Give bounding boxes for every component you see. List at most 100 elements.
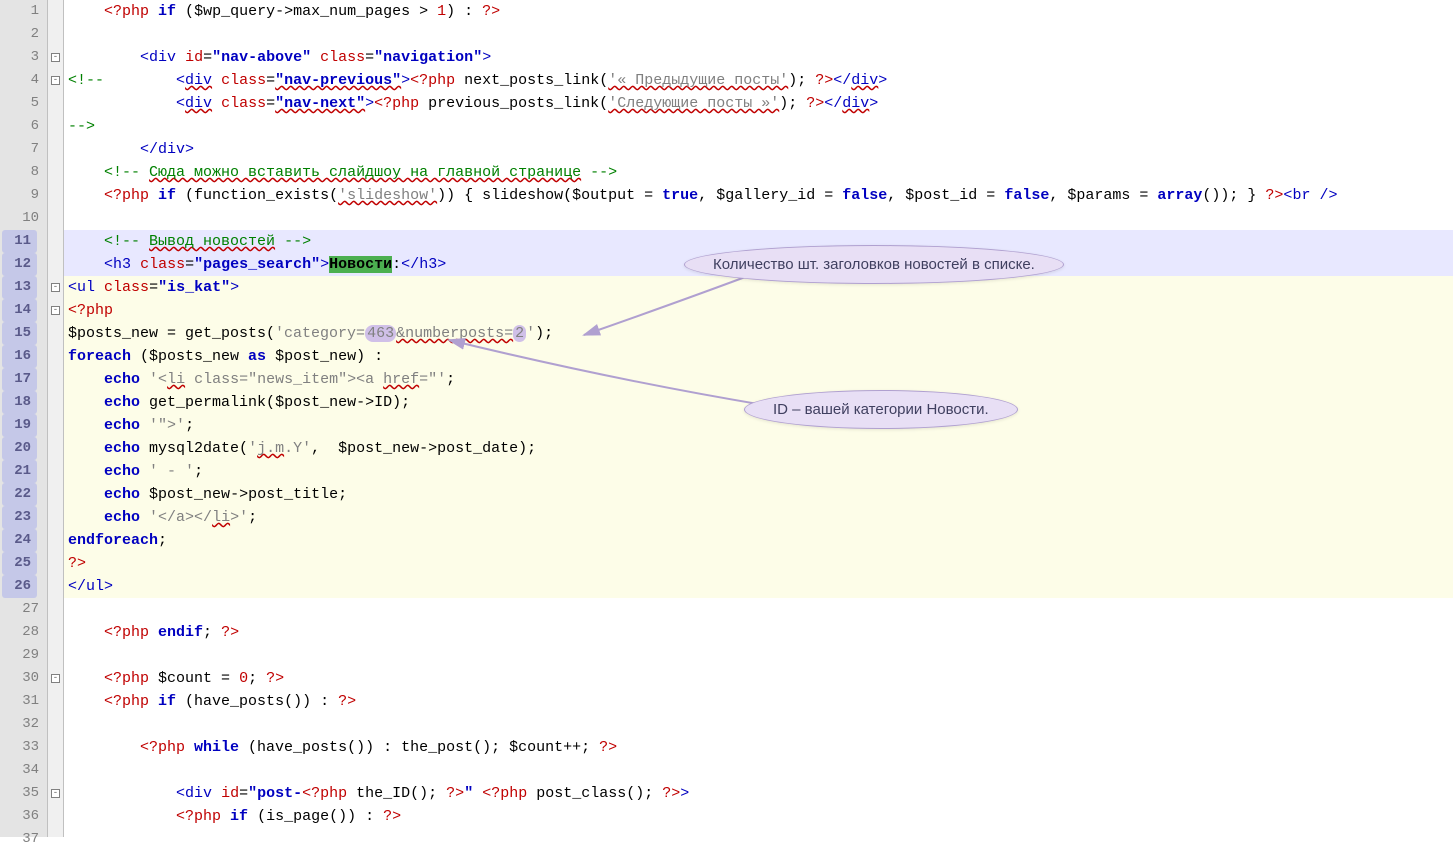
fold-cell (48, 414, 63, 437)
code-line[interactable]: foreach ($posts_new as $post_new) : (64, 345, 1453, 368)
fold-cell (48, 644, 63, 667)
line-number[interactable]: 13 (2, 276, 37, 299)
code-line[interactable] (64, 759, 1453, 782)
line-number[interactable]: 29 (0, 644, 39, 667)
fold-toggle[interactable]: - (51, 674, 60, 683)
fold-cell (48, 713, 63, 736)
code-line[interactable]: <?php if ($wp_query->max_num_pages > 1) … (64, 0, 1453, 23)
line-number-gutter[interactable]: 1234567891011121314151617181920212223242… (0, 0, 48, 837)
line-number[interactable]: 34 (0, 759, 39, 782)
code-line[interactable]: <div id="post-<?php the_ID(); ?>" <?php … (64, 782, 1453, 805)
code-line[interactable]: echo '</a></li>'; (64, 506, 1453, 529)
fold-cell (48, 506, 63, 529)
fold-cell (48, 92, 63, 115)
line-number[interactable]: 26 (2, 575, 37, 598)
code-area[interactable]: <?php if ($wp_query->max_num_pages > 1) … (64, 0, 1453, 837)
fold-toggle[interactable]: - (51, 53, 60, 62)
fold-cell (48, 345, 63, 368)
line-number[interactable]: 4 (0, 69, 39, 92)
code-line[interactable]: <div id="nav-above" class="navigation"> (64, 46, 1453, 69)
fold-gutter[interactable]: - - - - - - (48, 0, 64, 837)
line-number[interactable]: 22 (2, 483, 37, 506)
code-line[interactable]: <?php if (is_page()) : ?> (64, 805, 1453, 828)
code-line[interactable] (64, 713, 1453, 736)
line-number[interactable]: 11 (2, 230, 37, 253)
code-line[interactable]: <?php (64, 299, 1453, 322)
line-number[interactable]: 6 (0, 115, 39, 138)
line-number[interactable]: 19 (2, 414, 37, 437)
code-line[interactable] (64, 644, 1453, 667)
fold-cell (48, 690, 63, 713)
code-line[interactable]: <!-- Сюда можно вставить слайдшоу на гла… (64, 161, 1453, 184)
line-number[interactable]: 31 (0, 690, 39, 713)
callout-category-id: ID – вашей категории Новости. (744, 390, 1018, 429)
line-number[interactable]: 28 (0, 621, 39, 644)
code-line[interactable]: echo mysql2date('j.m.Y', $post_new->post… (64, 437, 1453, 460)
line-number[interactable]: 7 (0, 138, 39, 161)
code-line[interactable] (64, 598, 1453, 621)
line-number[interactable]: 27 (0, 598, 39, 621)
line-number[interactable]: 37 (0, 828, 39, 851)
fold-cell (48, 322, 63, 345)
code-line[interactable]: $posts_new = get_posts('category=463&num… (64, 322, 1453, 345)
code-line[interactable]: <!-- <div class="nav-previous"><?php nex… (64, 69, 1453, 92)
code-line[interactable]: echo $post_new->post_title; (64, 483, 1453, 506)
fold-cell (48, 805, 63, 828)
line-number[interactable]: 5 (0, 92, 39, 115)
code-line[interactable]: <?php if (have_posts()) : ?> (64, 690, 1453, 713)
line-number[interactable]: 15 (2, 322, 37, 345)
code-line[interactable] (64, 828, 1453, 851)
line-number[interactable]: 18 (2, 391, 37, 414)
fold-toggle[interactable]: - (51, 283, 60, 292)
code-line[interactable]: </ul> (64, 575, 1453, 598)
line-number[interactable]: 33 (0, 736, 39, 759)
code-line[interactable]: endforeach; (64, 529, 1453, 552)
code-line[interactable]: </div> (64, 138, 1453, 161)
line-number[interactable]: 35 (0, 782, 39, 805)
fold-toggle[interactable]: - (51, 76, 60, 85)
line-number[interactable]: 3 (0, 46, 39, 69)
fold-cell (48, 23, 63, 46)
line-number[interactable]: 25 (2, 552, 37, 575)
line-number[interactable]: 16 (2, 345, 37, 368)
line-number[interactable]: 2 (0, 23, 39, 46)
line-number[interactable]: 17 (2, 368, 37, 391)
code-line[interactable]: --> (64, 115, 1453, 138)
fold-cell (48, 207, 63, 230)
line-number[interactable]: 32 (0, 713, 39, 736)
fold-cell (48, 230, 63, 253)
line-number[interactable]: 14 (2, 299, 37, 322)
fold-toggle[interactable]: - (51, 306, 60, 315)
code-editor: 1234567891011121314151617181920212223242… (0, 0, 1453, 837)
fold-cell (48, 253, 63, 276)
fold-cell (48, 483, 63, 506)
line-number[interactable]: 24 (2, 529, 37, 552)
line-number[interactable]: 36 (0, 805, 39, 828)
line-number[interactable]: 9 (0, 184, 39, 207)
line-number[interactable]: 1 (0, 0, 39, 23)
fold-cell: - (48, 667, 63, 690)
code-line[interactable]: echo '<li class="news_item"><a href="'; (64, 368, 1453, 391)
fold-cell (48, 460, 63, 483)
code-line[interactable]: echo ' - '; (64, 460, 1453, 483)
fold-cell (48, 598, 63, 621)
callout-count: Количество шт. заголовков новостей в спи… (684, 245, 1064, 284)
fold-cell: - (48, 69, 63, 92)
code-line[interactable] (64, 207, 1453, 230)
line-number[interactable]: 20 (2, 437, 37, 460)
code-line[interactable]: <?php $count = 0; ?> (64, 667, 1453, 690)
code-line[interactable]: <?php while (have_posts()) : the_post();… (64, 736, 1453, 759)
code-line[interactable]: <?php endif; ?> (64, 621, 1453, 644)
code-line[interactable] (64, 23, 1453, 46)
fold-toggle[interactable]: - (51, 789, 60, 798)
line-number[interactable]: 23 (2, 506, 37, 529)
line-number[interactable]: 21 (2, 460, 37, 483)
line-number[interactable]: 10 (0, 207, 39, 230)
fold-cell (48, 621, 63, 644)
line-number[interactable]: 12 (2, 253, 37, 276)
code-line[interactable]: ?> (64, 552, 1453, 575)
line-number[interactable]: 30 (0, 667, 39, 690)
code-line[interactable]: <?php if (function_exists('slideshow')) … (64, 184, 1453, 207)
line-number[interactable]: 8 (0, 161, 39, 184)
code-line[interactable]: <div class="nav-next"><?php previous_pos… (64, 92, 1453, 115)
